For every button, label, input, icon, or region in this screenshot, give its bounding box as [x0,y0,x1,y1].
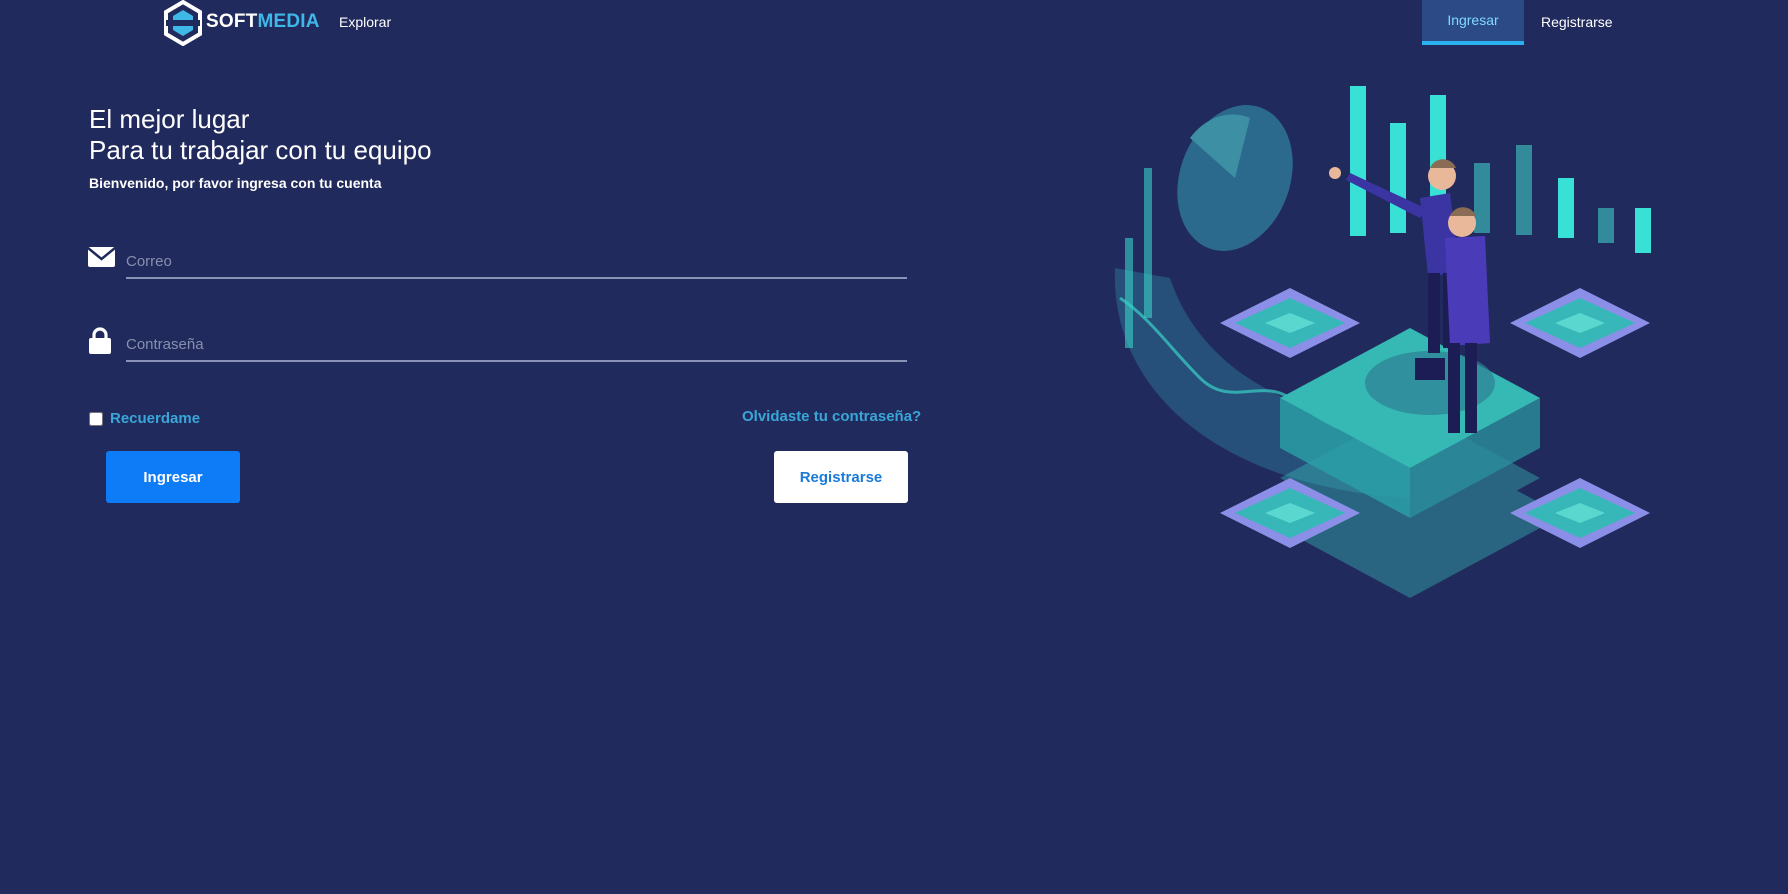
lock-icon [89,327,111,354]
hexagon-logo-icon [164,0,202,46]
top-navbar: SOFTMEDIA Explorar Ingresar Registrarse [0,0,1788,46]
login-button[interactable]: Ingresar [106,451,240,503]
hero-heading: El mejor lugar Para tu trabajar con tu e… [89,104,432,166]
brand-name: SOFTMEDIA [206,11,320,33]
hero-heading-line1: El mejor lugar [89,104,250,134]
password-field[interactable] [126,328,907,362]
chip-top-left [1220,288,1360,358]
remember-me-label: Recuerdame [110,410,201,427]
envelope-icon [88,247,115,267]
chip-bottom-right [1510,478,1650,548]
nav-login-tab[interactable]: Ingresar [1422,0,1524,45]
email-field[interactable] [126,245,907,279]
remember-me-checkbox[interactable] [89,411,103,426]
hero-heading-line2: Para tu trabajar con tu equipo [89,135,432,165]
nav-explore-link[interactable]: Explorar [339,14,391,30]
nav-register-link[interactable]: Registrarse [1541,14,1613,30]
team-analytics-illustration [1114,86,1651,598]
register-button[interactable]: Registrarse [774,451,908,503]
brand-logo[interactable]: SOFTMEDIA [162,0,320,46]
hero-subtitle: Bienvenido, por favor ingresa con tu cue… [89,175,382,191]
chip-top-right [1510,288,1650,358]
forgot-password-link[interactable]: Olvidaste tu contraseña? [742,408,921,425]
remember-me[interactable]: Recuerdame [89,410,200,427]
brand-name-media: MEDIA [257,10,320,32]
brand-name-soft: SOFT [206,10,258,32]
